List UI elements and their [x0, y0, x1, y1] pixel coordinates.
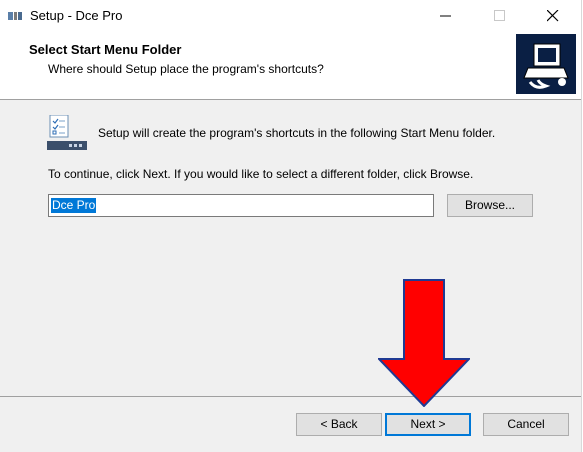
setup-window: Setup - Dce Pro Select Start Menu Folder… [0, 0, 582, 452]
minimize-icon [440, 15, 451, 17]
wizard-header: Select Start Menu Folder Where should Se… [0, 31, 581, 99]
continue-instructions: To continue, click Next. If you would li… [48, 167, 474, 181]
page-subtitle: Where should Setup place the program's s… [48, 62, 324, 76]
close-icon [547, 10, 559, 22]
cancel-button[interactable]: Cancel [483, 413, 569, 436]
wizard-footer: < Back Next > Cancel [0, 397, 581, 452]
window-title: Setup - Dce Pro [30, 8, 123, 23]
start-menu-folder-icon [47, 114, 87, 151]
maximize-icon [494, 10, 505, 21]
title-bar[interactable]: Setup - Dce Pro [0, 0, 581, 31]
maximize-button[interactable] [477, 0, 523, 31]
start-menu-folder-input[interactable]: Dce Pro [48, 194, 434, 217]
down-arrow-icon [376, 279, 472, 408]
wizard-content: Setup will create the program's shortcut… [0, 100, 581, 396]
next-button[interactable]: Next > [385, 413, 471, 436]
browse-button[interactable]: Browse... [447, 194, 533, 217]
close-button[interactable] [530, 0, 576, 31]
page-title: Select Start Menu Folder [29, 42, 182, 57]
minimize-button[interactable] [423, 0, 469, 31]
setup-app-icon [8, 10, 22, 22]
back-button[interactable]: < Back [296, 413, 382, 436]
setup-computer-icon [516, 34, 576, 94]
info-text: Setup will create the program's shortcut… [98, 126, 496, 140]
folder-input-value[interactable]: Dce Pro [51, 198, 97, 213]
